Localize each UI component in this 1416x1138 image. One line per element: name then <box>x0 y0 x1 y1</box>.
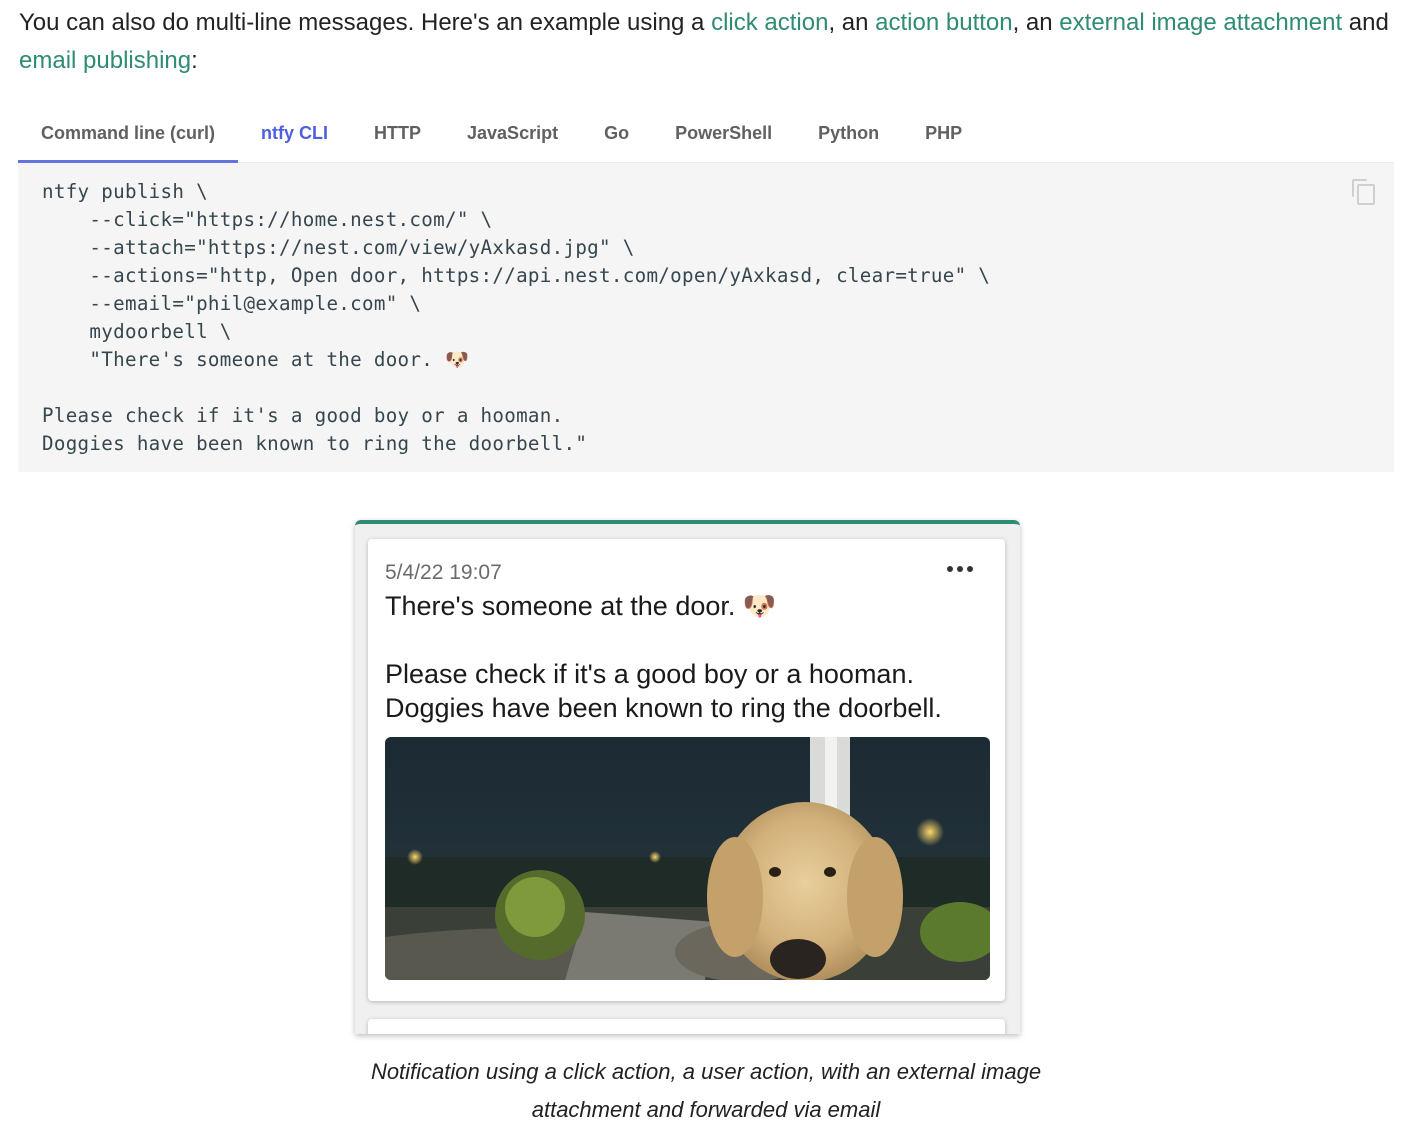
tab-python[interactable]: Python <box>795 106 902 160</box>
message-body: Please check if it's a good boy or a hoo… <box>385 659 942 723</box>
code-tabs: Command line (curl) ntfy CLI HTTP JavaSc… <box>18 106 1394 163</box>
intro-paragraph: You can also do multi-line messages. Her… <box>19 4 1399 80</box>
intro-colon: : <box>191 47 198 74</box>
code-line: --attach="https://nest.com/view/yAxkasd.… <box>42 236 635 259</box>
code-block: ntfy publish \ --click="https://home.nes… <box>18 163 1394 472</box>
link-email-publishing[interactable]: email publishing <box>19 47 191 74</box>
link-click-action[interactable]: click action <box>711 9 828 36</box>
link-external-image-attachment[interactable]: external image attachment <box>1059 9 1342 36</box>
intro-sep: , an <box>1012 9 1060 36</box>
notification-screenshot: 5/4/22 19:07 There's someone at the door… <box>355 520 1020 1034</box>
link-action-button[interactable]: action button <box>875 9 1012 36</box>
next-notification-card[interactable] <box>368 1019 1005 1034</box>
intro-sep: , an <box>828 9 876 36</box>
tab-php[interactable]: PHP <box>902 106 985 160</box>
copy-icon[interactable] <box>1352 179 1376 205</box>
notification-card[interactable]: 5/4/22 19:07 There's someone at the door… <box>368 539 1005 1001</box>
tab-go[interactable]: Go <box>581 106 652 160</box>
more-horizontal-icon[interactable] <box>945 559 975 579</box>
message-first-line: There's someone at the door. 🐶 <box>385 591 777 621</box>
code-line: Doggies have been known to ring the door… <box>42 432 588 455</box>
intro-text: You can also do multi-line messages. Her… <box>19 9 712 36</box>
tab-javascript[interactable]: JavaScript <box>444 106 581 160</box>
attachment-image[interactable] <box>385 737 990 980</box>
code-line: --click="https://home.nest.com/" \ <box>42 208 493 231</box>
tab-command-line-curl[interactable]: Command line (curl) <box>18 106 239 163</box>
tab-ntfy-cli[interactable]: ntfy CLI <box>238 106 351 160</box>
tab-http[interactable]: HTTP <box>351 106 444 160</box>
code-line: mydoorbell \ <box>42 320 232 343</box>
code-line: "There's someone at the door. 🐶 <box>42 348 470 371</box>
intro-sep: and <box>1342 9 1389 36</box>
code-line: ntfy publish \ <box>42 180 208 203</box>
notification-date: 5/4/22 19:07 <box>385 561 502 584</box>
figure-caption: Notification using a click action, a use… <box>370 1059 1042 1122</box>
code-line: --actions="http, Open door, https://api.… <box>42 264 991 287</box>
tab-powershell[interactable]: PowerShell <box>652 106 795 160</box>
code-line: --email="phil@example.com" \ <box>42 292 422 315</box>
code-line: Please check if it's a good boy or a hoo… <box>42 404 564 427</box>
code-text: ntfy publish \ --click="https://home.nes… <box>42 178 990 458</box>
notification-message: There's someone at the door. 🐶 Please ch… <box>385 589 995 725</box>
